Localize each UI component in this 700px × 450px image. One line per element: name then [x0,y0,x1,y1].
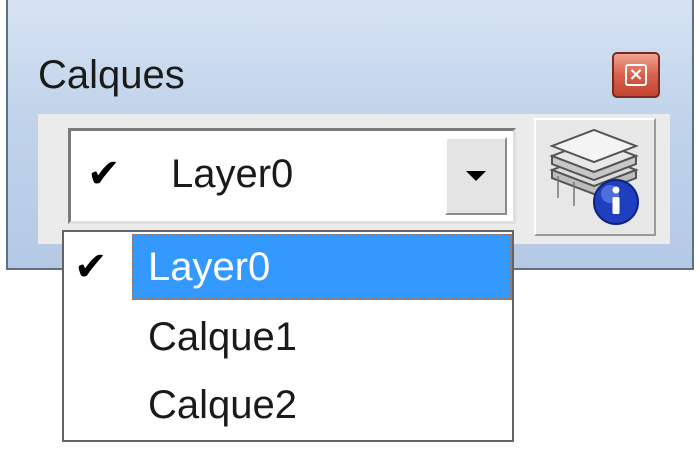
dropdown-item-label: Calque2 [148,383,298,427]
toolbar-strip: ✔ Layer0 [38,114,670,244]
layer-manager-button[interactable] [534,118,656,236]
layers-info-icon [549,128,639,225]
checkmark-icon: ✔ [74,244,108,290]
layer-select-combobox[interactable]: ✔ Layer0 [68,128,516,224]
dropdown-item-calque1[interactable]: Calque1 [64,302,512,370]
dropdown-item-layer0[interactable]: ✔ Layer0 [64,232,512,300]
dropdown-item-label: Layer0 [148,245,271,289]
close-icon: × [625,64,647,86]
selected-layer-value: Layer0 [171,152,294,196]
checkmark-icon: ✔ [87,151,121,197]
close-button[interactable]: × [612,52,660,98]
chevron-down-icon [466,171,486,181]
dropdown-item-calque2[interactable]: Calque2 [64,370,512,438]
dropdown-toggle-button[interactable] [445,137,507,215]
window-title: Calques [38,53,185,97]
dropdown-item-label: Calque1 [148,315,298,359]
layer-dropdown-list: ✔ Layer0 Calque1 Calque2 [62,230,514,442]
